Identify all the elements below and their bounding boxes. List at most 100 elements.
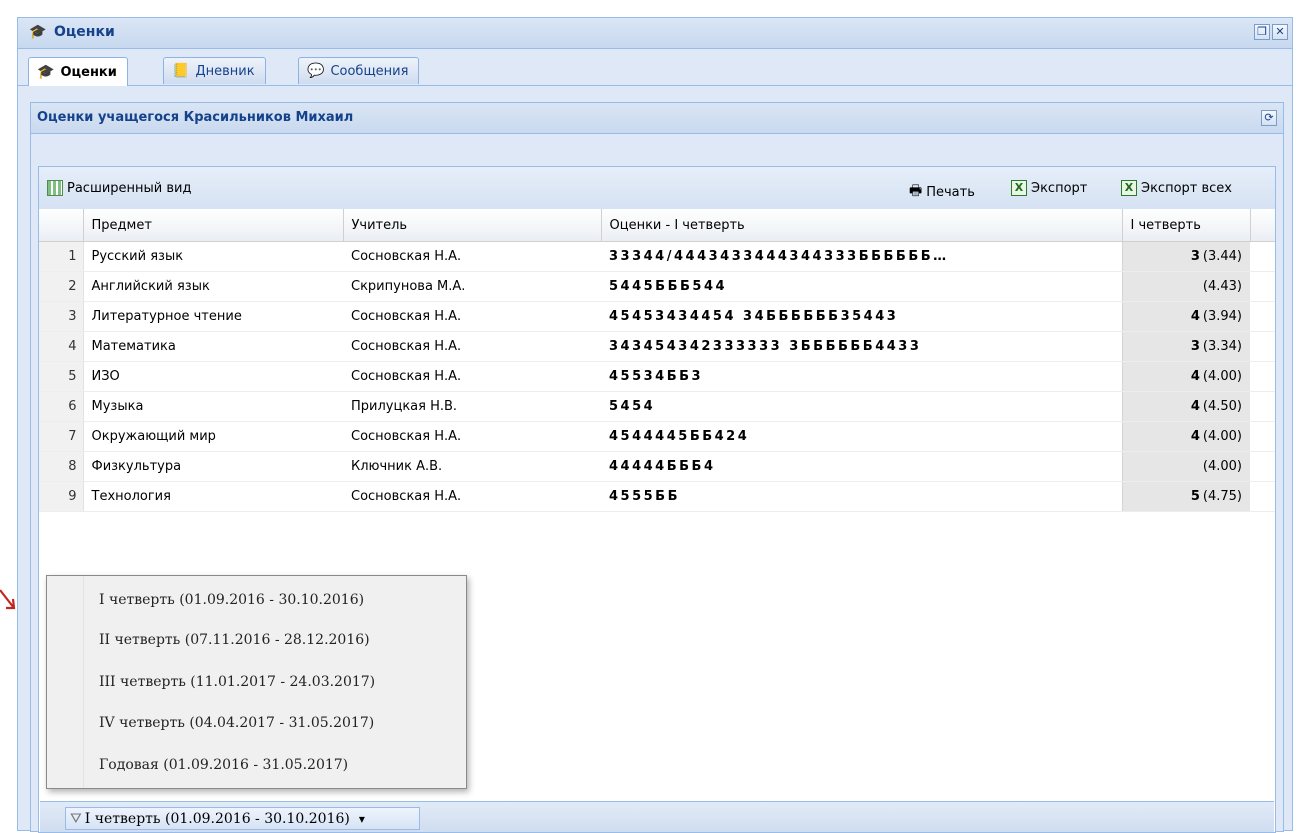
quarter-average: (4.50) bbox=[1202, 399, 1242, 414]
subject-cell: Музыка bbox=[83, 391, 343, 422]
marks-cell: 44444БББ4 bbox=[601, 451, 1122, 482]
tab-diary[interactable]: 📒 Дневник bbox=[163, 57, 266, 84]
chevron-down-icon[interactable]: ▾ bbox=[359, 812, 365, 826]
print-button[interactable]: 🖶 Печать bbox=[909, 180, 975, 204]
quarter-average: (4.00) bbox=[1202, 459, 1242, 474]
excel-icon: X bbox=[1121, 180, 1137, 196]
quarter-grade-cell: 4 (3.94) bbox=[1121, 301, 1250, 332]
table-row[interactable]: 4 Математика Сосновская Н.А. 34345434233333… bbox=[39, 331, 1275, 362]
window-title: Оценки bbox=[54, 24, 115, 40]
subject-cell: Литературное чтение bbox=[83, 301, 343, 332]
row-number-header bbox=[39, 209, 84, 242]
menu-item-quarter-4[interactable]: IV четверть (04.04.2017 - 31.05.2017) bbox=[99, 715, 374, 731]
export-button[interactable]: X Экспорт bbox=[1011, 180, 1087, 196]
menu-item-quarter-1[interactable]: I четверть (01.09.2016 - 30.10.2016) bbox=[99, 592, 364, 608]
tab-grades[interactable]: 🎓 Оценки bbox=[28, 57, 128, 86]
row-number: 8 bbox=[39, 451, 84, 482]
export-all-label: Экспорт всех bbox=[1141, 180, 1232, 196]
tab-messages[interactable]: 💬 Сообщения bbox=[298, 57, 420, 84]
export-label: Экспорт bbox=[1031, 180, 1088, 196]
table-row[interactable]: 5 ИЗО Сосновская Н.А. 45534ББ3 4 (4.00) bbox=[39, 361, 1275, 392]
row-number: 1 bbox=[39, 241, 84, 272]
table-row[interactable]: 2 Английский язык Скрипунова М.А. 5445БББ54… bbox=[39, 271, 1275, 302]
grid-toolbar: Расширенный вид 🖶 Печать X Экспорт X Экс… bbox=[39, 167, 1275, 210]
grid-bottom-bar: ⛛ I четверть (01.09.2016 - 30.10.2016) ▾ bbox=[40, 801, 1274, 832]
export-all-button[interactable]: X Экспорт всех bbox=[1121, 180, 1232, 196]
teacher-cell: Сосновская Н.А. bbox=[343, 481, 601, 512]
graduation-cap-icon: 🎓 bbox=[29, 24, 47, 40]
print-label: Печать bbox=[926, 184, 975, 200]
row-spacer bbox=[1250, 331, 1275, 362]
table-row[interactable]: 3 Литературное чтение Сосновская Н.А. 45453… bbox=[39, 301, 1275, 332]
quarter-grade: 5 bbox=[1190, 489, 1200, 504]
row-spacer bbox=[1250, 301, 1275, 332]
marks-cell: 343454342333333 3ББББББ4433 bbox=[601, 331, 1122, 362]
row-number: 2 bbox=[39, 271, 84, 302]
printer-icon: 🖶 bbox=[909, 183, 923, 199]
quarter-grade: 4 bbox=[1190, 309, 1200, 324]
marks-cell: 5445БББ544 bbox=[601, 271, 1122, 302]
teacher-cell: Прилуцкая Н.В. bbox=[343, 391, 601, 422]
quarter-grade: 3 bbox=[1190, 249, 1200, 264]
menu-item-year[interactable]: Годовая (01.09.2016 - 31.05.2017) bbox=[99, 757, 348, 773]
grid-view-icon bbox=[47, 180, 63, 196]
teacher-cell: Сосновская Н.А. bbox=[343, 301, 601, 332]
close-button[interactable]: ✕ bbox=[1272, 24, 1288, 40]
quarter-average: (4.00) bbox=[1202, 369, 1242, 384]
table-row[interactable]: 1 Русский язык Сосновская Н.А. 33344/444343… bbox=[39, 241, 1275, 272]
refresh-button[interactable]: ⟳ bbox=[1261, 110, 1277, 126]
subject-cell: Физкультура bbox=[83, 451, 343, 482]
row-spacer bbox=[1250, 391, 1275, 422]
tab-strip: 🎓 Оценки 📒 Дневник 💬 Сообщения bbox=[18, 49, 1292, 86]
menu-item-quarter-2[interactable]: II четверть (07.11.2016 - 28.12.2016) bbox=[99, 632, 370, 648]
column-header-spacer bbox=[1250, 209, 1275, 242]
table-row[interactable]: 7 Окружающий мир Сосновская Н.А. 4544445ББ4… bbox=[39, 421, 1275, 452]
quarter-grade-cell: 3 (3.44) bbox=[1121, 241, 1250, 272]
window-header: 🎓 Оценки ❐ ✕ bbox=[18, 18, 1292, 49]
table-row[interactable]: 9 Технология Сосновская Н.А. 4555ББ 5 (4.75) bbox=[39, 481, 1275, 512]
column-header-teacher[interactable]: Учитель bbox=[343, 209, 602, 242]
subject-cell: Технология bbox=[83, 481, 343, 512]
column-header-quarter[interactable]: I четверть bbox=[1122, 209, 1251, 242]
table-body: 1 Русский язык Сосновская Н.А. 33344/444343… bbox=[39, 241, 1275, 512]
column-header-subject[interactable]: Предмет bbox=[83, 209, 344, 242]
tab-diary-label: Дневник bbox=[195, 63, 255, 79]
marks-cell: 4544445ББ424 bbox=[601, 421, 1122, 452]
teacher-cell: Сосновская Н.А. bbox=[343, 421, 601, 452]
row-number: 7 bbox=[39, 421, 84, 452]
quarter-grade-cell: 4 (4.50) bbox=[1121, 391, 1250, 422]
restore-button[interactable]: ❐ bbox=[1254, 24, 1270, 40]
quarter-grade-cell: (4.43) bbox=[1121, 271, 1250, 302]
menu-item-quarter-3[interactable]: III четверть (11.01.2017 - 24.03.2017) bbox=[99, 674, 375, 690]
table-row[interactable]: 8 Физкультура Ключник А.В. 44444БББ4 (4.00) bbox=[39, 451, 1275, 482]
row-spacer bbox=[1250, 451, 1275, 482]
teacher-cell: Ключник А.В. bbox=[343, 451, 601, 482]
table-row[interactable]: 6 Музыка Прилуцкая Н.В. 5454 4 (4.50) bbox=[39, 391, 1275, 422]
tab-grades-label: Оценки bbox=[60, 64, 117, 80]
row-spacer bbox=[1250, 361, 1275, 392]
extended-view-button[interactable]: Расширенный вид bbox=[47, 180, 192, 196]
marks-cell: 45453434454 34ББББББ35443 bbox=[601, 301, 1122, 332]
quarter-average: (4.43) bbox=[1202, 279, 1242, 294]
row-number: 6 bbox=[39, 391, 84, 422]
graduation-cap-icon: 🎓 bbox=[37, 64, 55, 80]
period-selector[interactable]: ⛛ I четверть (01.09.2016 - 30.10.2016) ▾ bbox=[65, 807, 420, 830]
row-spacer bbox=[1250, 421, 1275, 452]
quarter-grade: 4 bbox=[1190, 369, 1200, 384]
column-header-marks[interactable]: Оценки - I четверть bbox=[601, 209, 1123, 242]
quarter-grade-cell: 5 (4.75) bbox=[1121, 481, 1250, 512]
marks-cell: 4555ББ bbox=[601, 481, 1122, 512]
diary-icon: 📒 bbox=[172, 63, 190, 79]
annotation-arrow bbox=[0, 589, 16, 610]
row-number: 3 bbox=[39, 301, 84, 332]
extended-view-label: Расширенный вид bbox=[67, 180, 192, 196]
quarter-average: (4.75) bbox=[1202, 489, 1242, 504]
subject-cell: Математика bbox=[83, 331, 343, 362]
filter-icon: ⛛ bbox=[70, 810, 82, 827]
quarter-grade: 3 bbox=[1190, 339, 1200, 354]
period-selector-value: I четверть (01.09.2016 - 30.10.2016) bbox=[84, 810, 350, 827]
teacher-cell: Сосновская Н.А. bbox=[343, 331, 601, 362]
table-header-row: Предмет Учитель Оценки - I четверть I че… bbox=[39, 209, 1275, 242]
quarter-average: (3.94) bbox=[1202, 309, 1242, 324]
messages-icon: 💬 bbox=[307, 63, 325, 79]
